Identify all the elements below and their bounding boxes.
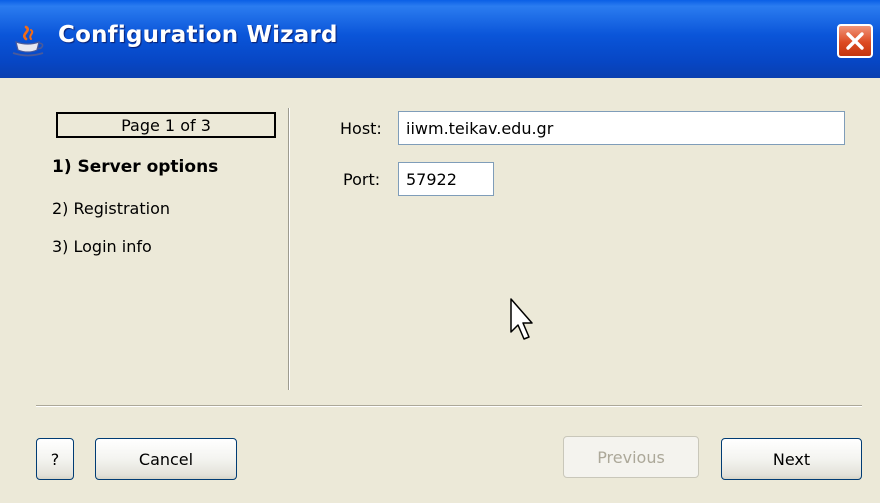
previous-button[interactable]: Previous [563,436,699,478]
cancel-button[interactable]: Cancel [95,438,237,480]
title-bar[interactable]: Configuration Wizard [0,0,880,78]
java-icon [12,25,44,57]
window-title: Configuration Wizard [58,22,338,48]
step-login-info: 3) Login info [52,237,152,256]
port-input[interactable] [398,162,494,196]
host-label: Host: [340,119,382,138]
close-icon [846,32,864,50]
port-label: Port: [343,170,381,189]
mouse-pointer-icon [510,298,533,340]
step-server-options: 1) Server options [52,157,219,177]
page-indicator: Page 1 of 3 [56,112,276,138]
help-button[interactable]: ? [36,438,74,480]
close-button[interactable] [837,24,873,58]
next-button[interactable]: Next [721,438,862,480]
host-input[interactable] [398,111,845,145]
vertical-divider [288,108,290,390]
horizontal-divider [36,405,862,407]
step-registration: 2) Registration [52,199,170,218]
